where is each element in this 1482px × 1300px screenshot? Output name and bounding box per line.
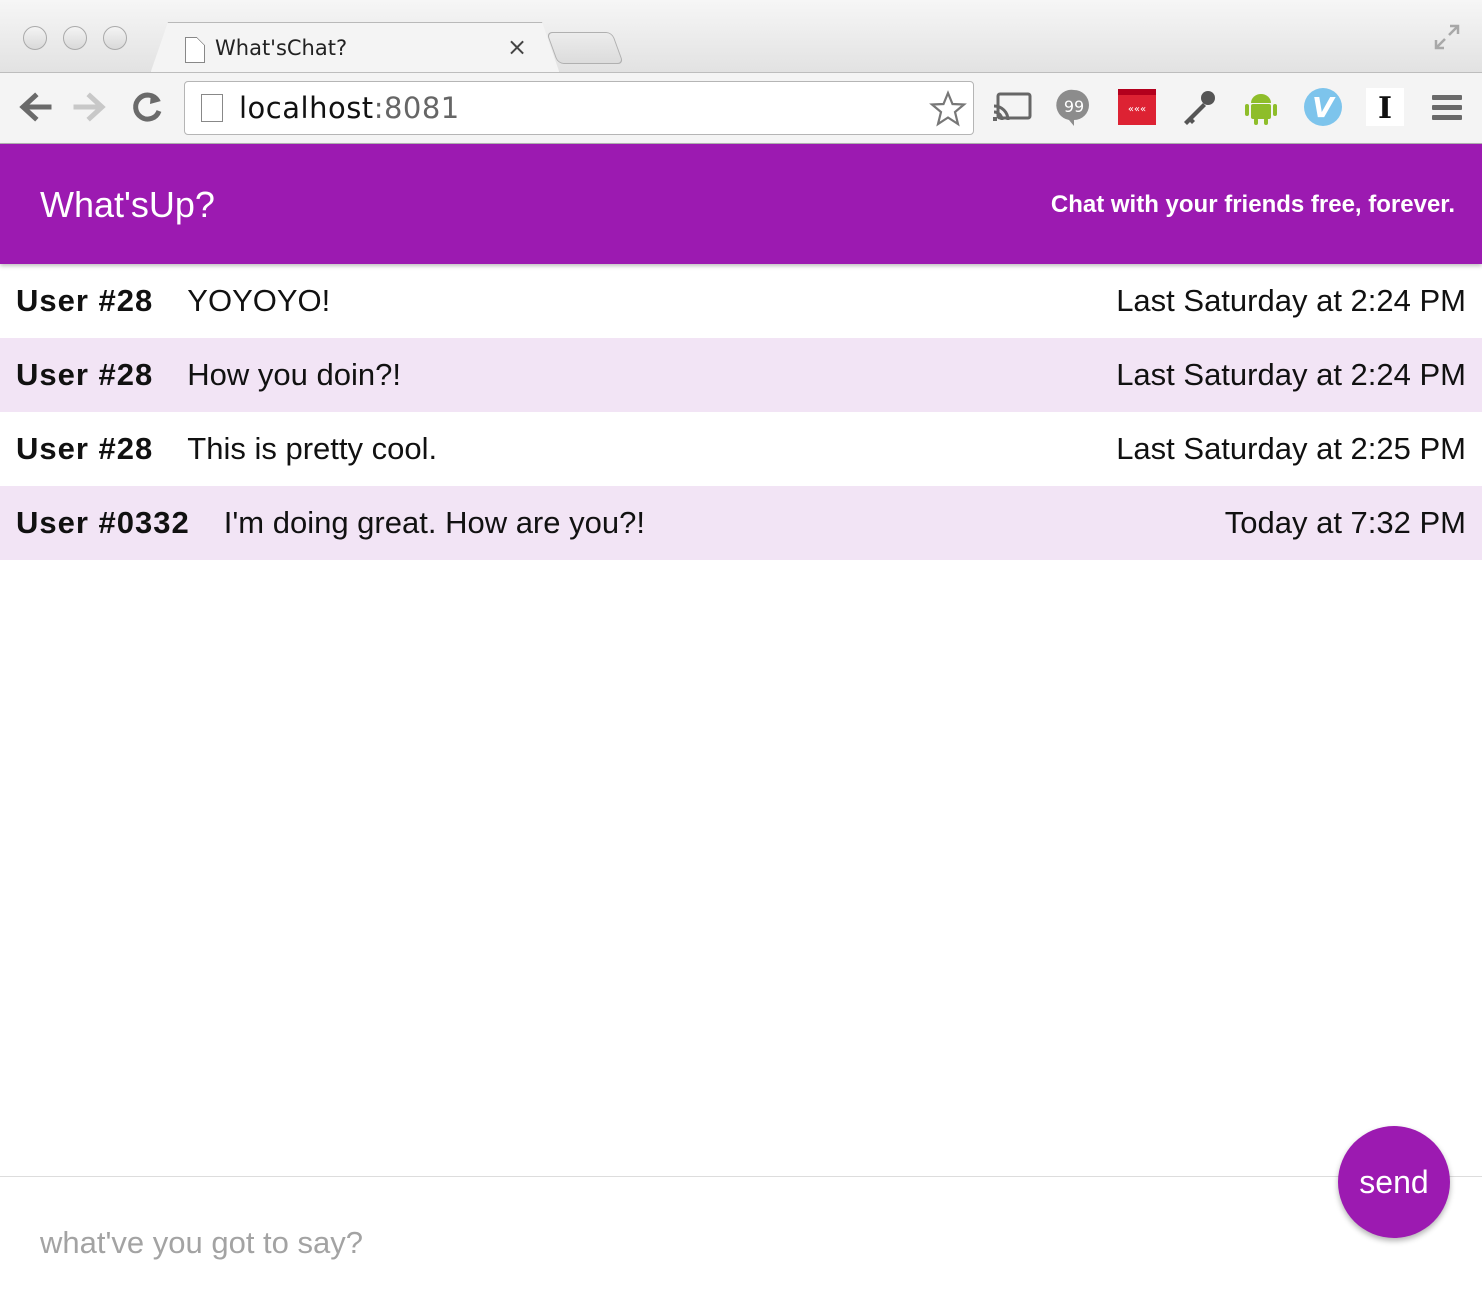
svg-text:V: V [1312, 91, 1336, 124]
forward-arrow-icon[interactable] [70, 87, 110, 127]
browser-titlebar: What'sChat? × [0, 0, 1482, 74]
message-text: How you doin?! [187, 357, 401, 392]
app-tagline: Chat with your friends free, forever. [1050, 191, 1455, 218]
v-ext-icon[interactable]: V [1302, 86, 1344, 128]
message-time: Today at 7:32 PM [1224, 505, 1466, 540]
message-text: YOYOYO! [187, 283, 331, 318]
message-text: This is pretty cool. [187, 431, 438, 466]
message-time: Last Saturday at 2:24 PM [1116, 357, 1466, 392]
new-tab-button[interactable] [546, 32, 624, 64]
message-list: User #28 YOYOYO! Last Saturday at 2:24 P… [0, 264, 1482, 560]
app-header: What'sUp? Chat with your friends free, f… [0, 144, 1482, 264]
i-ext-icon[interactable]: I [1364, 86, 1406, 128]
url-text: localhost:8081 [239, 91, 460, 125]
svg-text:I: I [1378, 91, 1392, 126]
zoom-window-button[interactable] [103, 26, 127, 50]
message-user: User #28 [16, 283, 154, 318]
send-button[interactable]: send [1338, 1126, 1450, 1238]
svg-text:«««: ««« [1128, 104, 1146, 115]
page-icon [201, 94, 223, 122]
hangouts-icon[interactable]: 99 [1053, 86, 1095, 128]
browser-tab[interactable]: What'sChat? × [150, 22, 560, 74]
message-user: User #0332 [16, 505, 190, 540]
android-icon[interactable] [1240, 86, 1282, 128]
bookmark-star-icon[interactable] [929, 90, 967, 128]
message-text: I'm doing great. How are you?! [223, 505, 645, 540]
message-row: User #28 YOYOYO! Last Saturday at 2:24 P… [0, 264, 1482, 338]
reload-icon[interactable] [127, 87, 167, 127]
minimize-window-button[interactable] [63, 26, 87, 50]
close-window-button[interactable] [23, 26, 47, 50]
message-composer [0, 1176, 1482, 1300]
message-row: User #28 This is pretty cool. Last Satur… [0, 412, 1482, 486]
back-arrow-icon[interactable] [15, 87, 55, 127]
message-user: User #28 [16, 431, 154, 466]
menu-icon[interactable] [1426, 86, 1468, 128]
address-bar[interactable]: localhost:8081 [184, 81, 974, 135]
key-icon[interactable] [1178, 86, 1220, 128]
pocket-ext-icon[interactable]: ««« [1116, 86, 1158, 128]
fullscreen-icon[interactable] [1432, 22, 1462, 52]
message-row: User #0332 I'm doing great. How are you?… [0, 486, 1482, 560]
message-time: Last Saturday at 2:25 PM [1116, 431, 1466, 466]
message-input[interactable] [40, 1221, 1140, 1265]
tab-title: What'sChat? [215, 36, 348, 60]
tab-close-button[interactable]: × [507, 33, 527, 61]
message-time: Last Saturday at 2:24 PM [1116, 283, 1466, 318]
message-row: User #28 How you doin?! Last Saturday at… [0, 338, 1482, 412]
cast-icon[interactable] [992, 86, 1034, 128]
app-title: What'sUp? [40, 184, 215, 225]
svg-text:99: 99 [1064, 97, 1084, 116]
page-icon [185, 37, 205, 63]
message-user: User #28 [16, 357, 154, 392]
